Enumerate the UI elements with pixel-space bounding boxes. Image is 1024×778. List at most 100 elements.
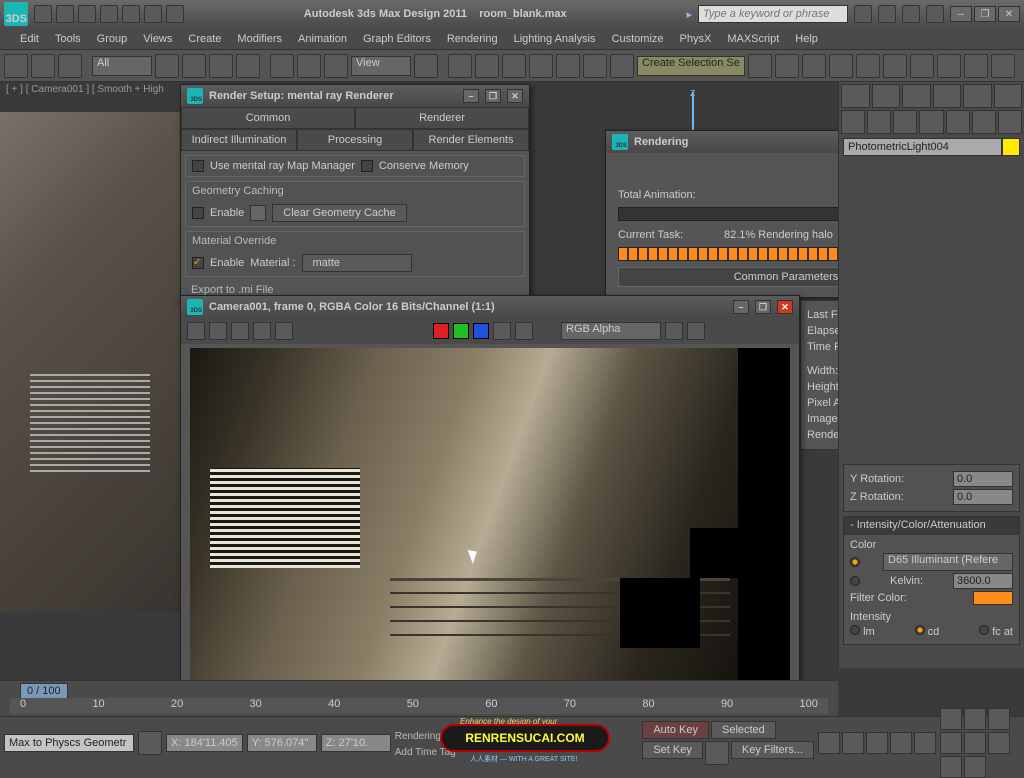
lock-selection-icon[interactable] bbox=[138, 731, 162, 755]
restore-button[interactable]: ❐ bbox=[974, 6, 996, 22]
move-icon[interactable] bbox=[270, 54, 294, 78]
help-icon[interactable] bbox=[926, 5, 944, 23]
menu-modifiers[interactable]: Modifiers bbox=[237, 33, 282, 45]
prev-frame-icon[interactable] bbox=[842, 732, 864, 754]
select-name-icon[interactable] bbox=[182, 54, 206, 78]
green-channel-icon[interactable] bbox=[453, 323, 469, 339]
y-coord[interactable]: Y: 576.074" bbox=[247, 734, 317, 752]
fb-opt2-icon[interactable] bbox=[687, 322, 705, 340]
app-icon[interactable]: 3DS bbox=[4, 2, 28, 26]
bind-spacewarp-icon[interactable] bbox=[58, 54, 82, 78]
maxscript-listener[interactable] bbox=[4, 734, 134, 752]
favorites-icon[interactable] bbox=[902, 5, 920, 23]
mat-enable-check[interactable] bbox=[192, 257, 204, 269]
infocenter-icon[interactable] bbox=[878, 5, 896, 23]
time-ruler[interactable]: 0 10 20 30 40 50 60 70 80 90 100 bbox=[10, 698, 828, 714]
menu-help[interactable]: Help bbox=[795, 33, 818, 45]
nav-zoomall-icon[interactable] bbox=[964, 708, 986, 730]
kelvin-input[interactable] bbox=[953, 573, 1013, 589]
menu-physx[interactable]: PhysX bbox=[680, 33, 712, 45]
menu-customize[interactable]: Customize bbox=[612, 33, 664, 45]
goto-end-icon[interactable] bbox=[914, 732, 936, 754]
x-coord[interactable]: X: 184'11.405 bbox=[166, 734, 243, 752]
unlink-tool-icon[interactable] bbox=[31, 54, 55, 78]
motion-tab-icon[interactable] bbox=[933, 84, 962, 108]
fc-radio[interactable] bbox=[979, 625, 989, 635]
window-crossing-icon[interactable] bbox=[236, 54, 260, 78]
copy-image-icon[interactable] bbox=[209, 322, 227, 340]
menu-views[interactable]: Views bbox=[143, 33, 172, 45]
rs-minimize-button[interactable]: – bbox=[463, 89, 479, 103]
quick-render-icon[interactable] bbox=[991, 54, 1015, 78]
clone-icon[interactable] bbox=[231, 322, 249, 340]
tab-processing[interactable]: Processing bbox=[297, 129, 413, 151]
ref-coord-dropdown[interactable]: View bbox=[351, 56, 411, 76]
select-region-icon[interactable] bbox=[209, 54, 233, 78]
rs-maximize-button[interactable]: ❐ bbox=[485, 89, 501, 103]
filter-color-swatch[interactable] bbox=[973, 591, 1013, 605]
save-icon[interactable] bbox=[78, 5, 96, 23]
keymode-dropdown[interactable]: Selected bbox=[711, 721, 776, 739]
menu-tools[interactable]: Tools bbox=[55, 33, 81, 45]
open-icon[interactable] bbox=[56, 5, 74, 23]
pivot-icon[interactable] bbox=[414, 54, 438, 78]
setkey-button[interactable]: Set Key bbox=[642, 741, 703, 759]
material-editor-icon[interactable] bbox=[883, 54, 907, 78]
tab-render-elements[interactable]: Render Elements bbox=[413, 129, 529, 151]
search-input[interactable] bbox=[698, 5, 848, 23]
menu-group[interactable]: Group bbox=[97, 33, 128, 45]
named-selection-set[interactable]: Create Selection Se bbox=[637, 56, 745, 76]
tab-common[interactable]: Common bbox=[181, 107, 355, 129]
sub4-icon[interactable] bbox=[919, 110, 943, 134]
nav-fov-icon[interactable] bbox=[988, 708, 1010, 730]
use-map-manager-check[interactable] bbox=[192, 160, 204, 172]
toggle-icon[interactable]: ▸ bbox=[686, 8, 692, 21]
fb-maximize-button[interactable]: ❐ bbox=[755, 300, 771, 314]
sub3-icon[interactable] bbox=[893, 110, 917, 134]
abc-icon[interactable] bbox=[610, 54, 634, 78]
illuminant-dropdown[interactable]: D65 Illuminant (Refere bbox=[883, 553, 1013, 571]
display-tab-icon[interactable] bbox=[963, 84, 992, 108]
viewport-label[interactable]: [ + ] [ Camera001 ] [ Smooth + High bbox=[6, 84, 164, 95]
redo-icon[interactable] bbox=[122, 5, 140, 23]
clear-geom-cache-button[interactable]: Clear Geometry Cache bbox=[272, 204, 407, 222]
sub5-icon[interactable] bbox=[946, 110, 970, 134]
sub2-icon[interactable] bbox=[867, 110, 891, 134]
binoculars-icon[interactable] bbox=[854, 5, 872, 23]
link-icon[interactable] bbox=[144, 5, 162, 23]
angle-snap-icon[interactable] bbox=[529, 54, 553, 78]
d65-radio[interactable] bbox=[850, 557, 860, 567]
nav-minmax-icon[interactable] bbox=[964, 756, 986, 778]
timeline[interactable]: 0 / 100 0 10 20 30 40 50 60 70 80 90 100 bbox=[0, 680, 838, 716]
object-name-input[interactable] bbox=[843, 138, 1002, 156]
rs-close-button[interactable]: ✕ bbox=[507, 89, 523, 103]
menu-animation[interactable]: Animation bbox=[298, 33, 347, 45]
z-coord[interactable]: Z: 27'10. bbox=[321, 734, 391, 752]
keyfilters-button[interactable]: Key Filters... bbox=[731, 741, 814, 759]
menu-grapheditors[interactable]: Graph Editors bbox=[363, 33, 431, 45]
nav-pan-icon[interactable] bbox=[964, 732, 986, 754]
fb-opt1-icon[interactable] bbox=[665, 322, 683, 340]
spinner-snap-icon[interactable] bbox=[583, 54, 607, 78]
zrot-input[interactable] bbox=[953, 489, 1013, 505]
lm-radio[interactable] bbox=[850, 625, 860, 635]
next-frame-icon[interactable] bbox=[890, 732, 912, 754]
material-slot-button[interactable]: matte bbox=[302, 254, 412, 272]
select-icon[interactable] bbox=[155, 54, 179, 78]
utilities-tab-icon[interactable] bbox=[994, 84, 1023, 108]
scale-icon[interactable] bbox=[324, 54, 348, 78]
render-icon[interactable] bbox=[964, 54, 988, 78]
fb-close-button[interactable]: ✕ bbox=[777, 300, 793, 314]
play-icon[interactable] bbox=[866, 732, 888, 754]
menu-rendering[interactable]: Rendering bbox=[447, 33, 498, 45]
sub1-icon[interactable] bbox=[841, 110, 865, 134]
menu-create[interactable]: Create bbox=[188, 33, 221, 45]
layers-icon[interactable] bbox=[802, 54, 826, 78]
blue-channel-icon[interactable] bbox=[473, 323, 489, 339]
ica-rollout-head[interactable]: - Intensity/Color/Attenuation bbox=[844, 517, 1019, 535]
keyboard-icon[interactable] bbox=[475, 54, 499, 78]
frame-buffer-icon[interactable] bbox=[937, 54, 961, 78]
menu-maxscript[interactable]: MAXScript bbox=[727, 33, 779, 45]
selection-filter[interactable]: All bbox=[92, 56, 152, 76]
lock-icon[interactable] bbox=[250, 205, 266, 221]
